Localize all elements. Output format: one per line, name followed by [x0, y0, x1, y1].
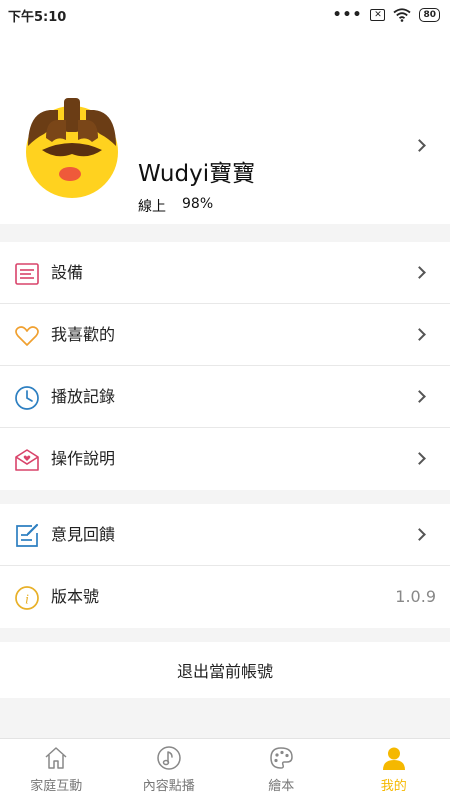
chevron-right-icon	[413, 139, 426, 152]
palette-icon	[270, 747, 293, 769]
menu-item-feedback[interactable]: 意見回饋	[0, 504, 450, 566]
svg-text:i: i	[25, 593, 29, 608]
online-status: 線上	[138, 199, 166, 215]
menu-section-main: 設備 我喜歡的 播放記錄 操作說明	[0, 242, 450, 490]
profile-name: Wudyi寶寶	[138, 161, 256, 187]
tab-family[interactable]: 家庭互動	[0, 739, 113, 800]
more-dots-icon: •••	[332, 7, 363, 23]
menu-item-favorites[interactable]: 我喜歡的	[0, 304, 450, 366]
info-icon: i	[15, 586, 39, 610]
status-bar: 下午5:10 ••• ✕ 80	[0, 0, 450, 30]
status-icons: ••• ✕ 80	[333, 7, 440, 23]
device-list-icon	[15, 263, 39, 285]
status-time: 下午5:10	[8, 9, 67, 25]
music-note-icon	[157, 746, 181, 770]
menu-item-label: 我喜歡的	[51, 325, 116, 344]
menu-item-instructions[interactable]: 操作說明	[0, 428, 450, 490]
tab-mine[interactable]: 我的	[338, 739, 450, 800]
no-sim-icon: ✕	[370, 9, 386, 21]
person-icon	[382, 747, 405, 770]
menu-section-other: 意見回饋 i 版本號 1.0.9	[0, 504, 450, 628]
chevron-right-icon	[413, 528, 426, 541]
profile-header[interactable]: Wudyi寶寶 線上 98%	[0, 30, 450, 224]
tab-label: 內容點播	[142, 779, 195, 794]
chevron-right-icon	[413, 452, 426, 465]
edit-icon	[16, 523, 39, 547]
tab-picture-books[interactable]: 繪本	[225, 739, 338, 800]
clock-icon	[15, 386, 39, 410]
menu-item-label: 操作說明	[51, 449, 116, 468]
profile-status: 線上 98%	[138, 196, 213, 216]
version-number: 1.0.9	[395, 587, 436, 606]
menu-item-history[interactable]: 播放記錄	[0, 366, 450, 428]
mail-heart-icon	[15, 449, 39, 471]
menu-item-label: 意見回饋	[51, 525, 116, 544]
chevron-right-icon	[413, 328, 426, 341]
tab-label: 家庭互動	[30, 779, 83, 794]
home-icon	[45, 747, 67, 769]
chevron-right-icon	[413, 390, 426, 403]
tab-label: 繪本	[268, 779, 295, 794]
menu-item-label: 設備	[51, 263, 84, 282]
bottom-tab-bar: 家庭互動 內容點播 繪本 我的	[0, 738, 450, 800]
heart-icon	[15, 326, 39, 346]
tab-label: 我的	[380, 779, 407, 794]
menu-item-version: i 版本號 1.0.9	[0, 566, 450, 628]
avatar[interactable]	[22, 98, 122, 198]
tab-content[interactable]: 內容點播	[113, 739, 226, 800]
menu-item-devices[interactable]: 設備	[0, 242, 450, 304]
wifi-icon	[393, 8, 412, 22]
logout-button[interactable]: 退出當前帳號	[0, 642, 450, 698]
menu-item-label: 版本號	[51, 587, 100, 606]
device-battery: 98%	[182, 196, 214, 212]
menu-item-label: 播放記錄	[51, 387, 116, 406]
chevron-right-icon	[413, 266, 426, 279]
battery-indicator: 80	[419, 8, 440, 22]
